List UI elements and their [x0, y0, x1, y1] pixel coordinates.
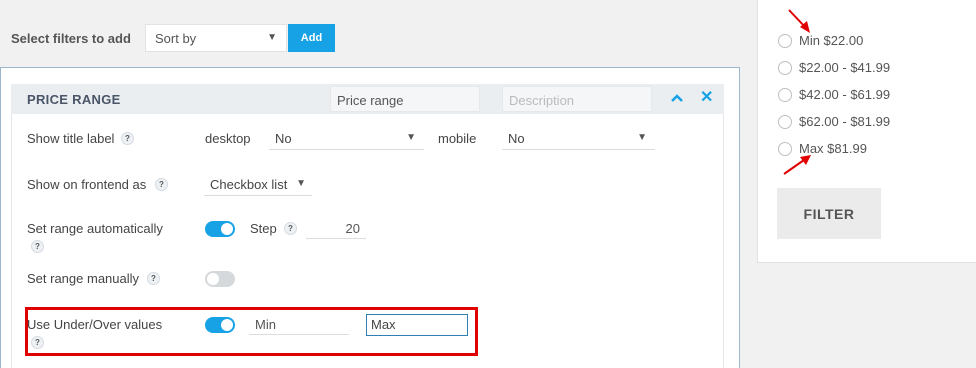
caret-down-icon: ▼: [296, 178, 306, 189]
caret-down-icon: ▼: [267, 32, 277, 43]
set-range-auto-toggle[interactable]: [205, 221, 235, 237]
help-icon[interactable]: ?: [155, 178, 168, 191]
radio-button[interactable]: [778, 33, 792, 48]
set-range-manual-toggle[interactable]: [205, 271, 235, 287]
help-icon[interactable]: ?: [121, 132, 134, 145]
filter-button[interactable]: FILTER: [777, 188, 881, 239]
price-option[interactable]: Min $22.00: [778, 33, 863, 48]
show-title-label-text: Show title label: [27, 131, 115, 146]
show-on-frontend-text: Show on frontend as: [27, 177, 147, 192]
min-input[interactable]: Min: [249, 315, 349, 335]
help-icon[interactable]: ?: [31, 336, 44, 349]
desktop-select-value: No: [275, 131, 292, 146]
mobile-select-value: No: [508, 131, 525, 146]
price-option[interactable]: $42.00 - $61.99: [778, 87, 890, 102]
set-range-auto-text: Set range automatically: [27, 221, 163, 236]
radio-button[interactable]: [778, 87, 792, 102]
desktop-select[interactable]: No ▼: [269, 126, 424, 150]
toggle-knob: [221, 319, 233, 331]
price-option-label: $42.00 - $61.99: [799, 87, 891, 102]
mobile-select[interactable]: No ▼: [502, 126, 655, 150]
step-input[interactable]: 20: [306, 219, 366, 239]
toggle-knob: [207, 273, 219, 285]
toggle-knob: [221, 223, 233, 235]
under-over-toggle[interactable]: [205, 317, 235, 333]
frontend-type-value: Checkbox list: [210, 177, 288, 192]
set-range-manual-text: Set range manually: [27, 271, 140, 286]
help-icon[interactable]: ?: [31, 240, 44, 253]
description-input[interactable]: Description: [502, 86, 652, 112]
radio-button[interactable]: [778, 114, 792, 129]
title-input[interactable]: Price range: [330, 86, 480, 112]
filters-label: Select filters to add: [11, 31, 131, 46]
price-range-title: PRICE RANGE: [27, 92, 121, 107]
step-label: Step: [250, 221, 277, 236]
arrow-icon: [788, 9, 810, 33]
frontend-type-select[interactable]: Checkbox list ▼: [204, 172, 312, 196]
radio-button[interactable]: [778, 60, 792, 75]
price-option[interactable]: $62.00 - $81.99: [778, 114, 890, 129]
max-input[interactable]: Max: [366, 314, 468, 336]
help-icon[interactable]: ?: [147, 272, 160, 285]
caret-down-icon: ▼: [637, 132, 647, 143]
desktop-label: desktop: [205, 131, 251, 146]
sort-by-value: Sort by: [155, 31, 197, 46]
chevron-up-icon[interactable]: [670, 93, 684, 103]
price-option-label: $22.00 - $41.99: [799, 60, 891, 75]
price-option-label: $62.00 - $81.99: [799, 114, 891, 129]
close-icon[interactable]: ✕: [700, 90, 713, 106]
add-filter-button[interactable]: Add: [288, 24, 335, 52]
sort-by-select[interactable]: Sort by ▼: [145, 24, 287, 52]
caret-down-icon: ▼: [406, 132, 416, 143]
arrow-icon: [783, 155, 811, 175]
under-over-text: Use Under/Over values: [27, 317, 163, 332]
price-option-label: Min $22.00: [799, 33, 864, 48]
help-icon[interactable]: ?: [284, 222, 297, 235]
mobile-label: mobile: [438, 131, 477, 146]
price-option[interactable]: $22.00 - $41.99: [778, 60, 890, 75]
